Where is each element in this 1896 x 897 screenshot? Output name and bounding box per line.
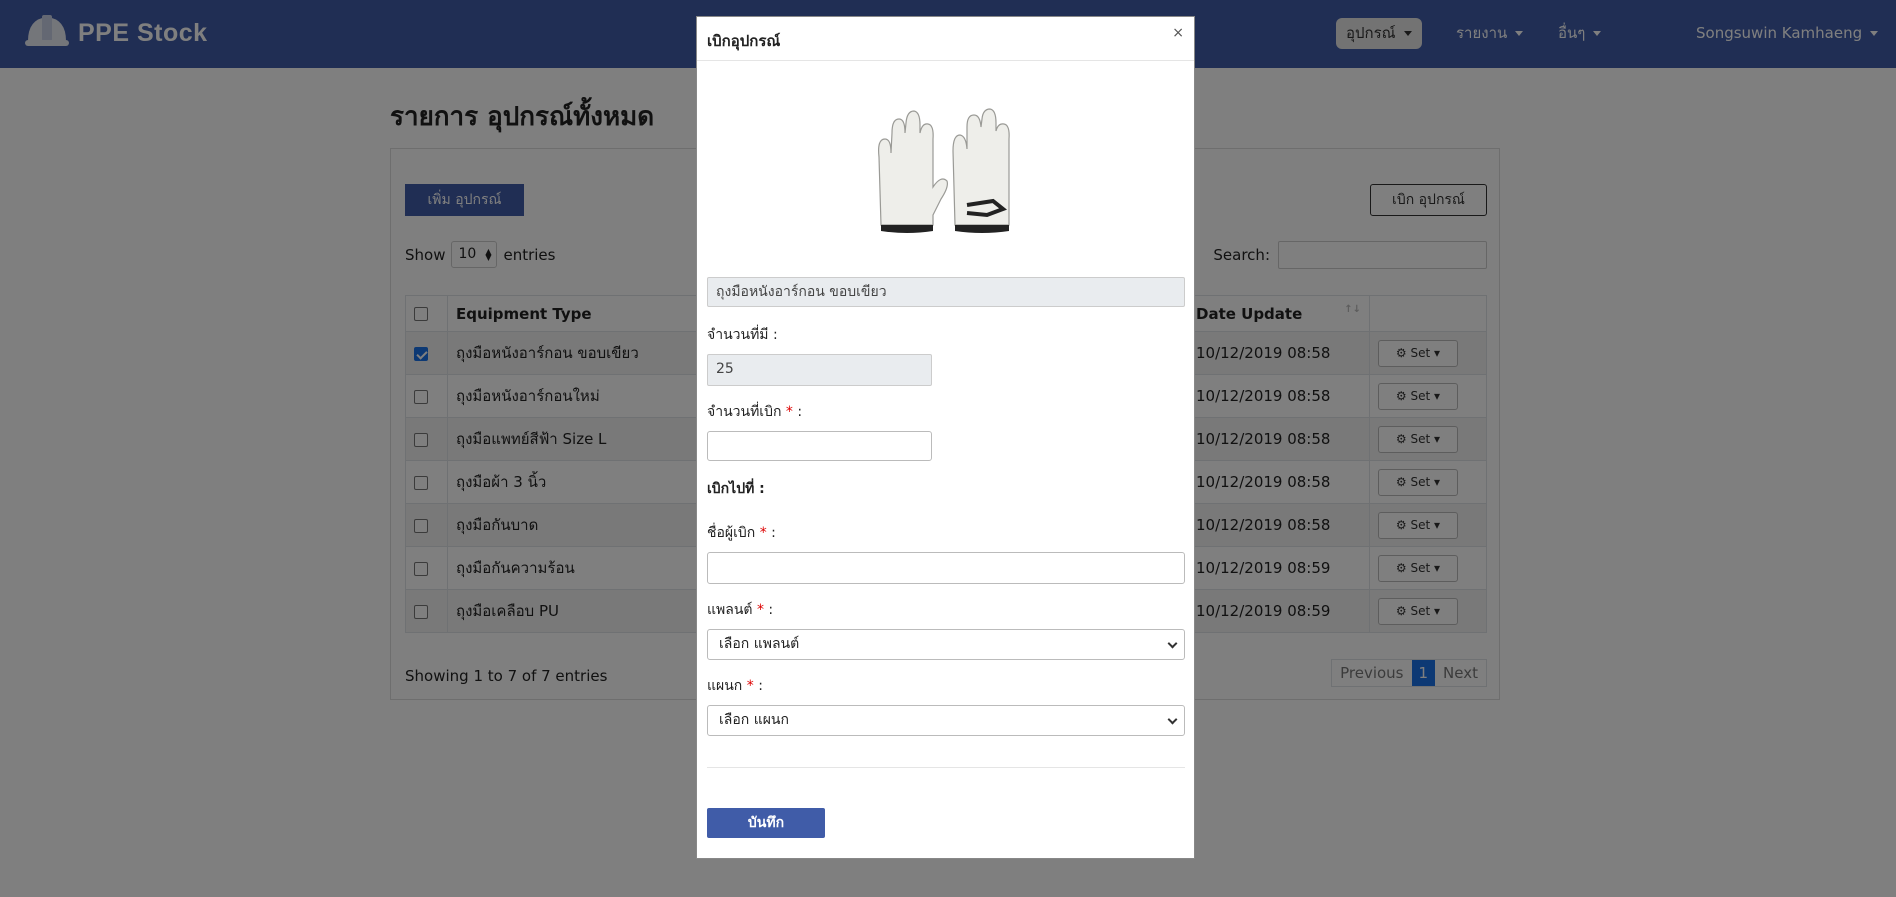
- save-button[interactable]: บันทึก: [707, 808, 825, 838]
- qty-available-field: 25: [707, 354, 932, 386]
- modal-title: เบิกอุปกรณ์: [707, 32, 781, 50]
- qty-available-label: จำนวนที่มี :: [707, 327, 778, 343]
- requester-label-text: ชื่อผู้เบิก: [707, 525, 756, 541]
- equipment-name-field: ถุงมือหนังอาร์กอน ขอบเขียว: [707, 277, 1185, 307]
- label-colon: :: [771, 525, 776, 541]
- chevron-down-icon: [1167, 638, 1178, 649]
- qty-withdraw-label: จำนวนที่เบิก * :: [707, 401, 802, 423]
- plant-label-text: แพลนต์: [707, 602, 753, 618]
- required-mark: *: [746, 678, 754, 694]
- plant-label: แพลนต์ * :: [707, 599, 773, 621]
- plant-select-value: เลือก แพลนต์: [719, 636, 800, 652]
- label-colon: :: [758, 678, 763, 694]
- modal-header: เบิกอุปกรณ์ ×: [697, 17, 1194, 61]
- required-mark: *: [785, 404, 793, 420]
- required-mark: *: [756, 602, 764, 618]
- equipment-image: [867, 97, 1027, 247]
- qty-withdraw-input[interactable]: [707, 431, 932, 461]
- label-colon: :: [797, 404, 803, 420]
- required-mark: *: [759, 525, 767, 541]
- requester-name-input[interactable]: [707, 552, 1185, 584]
- department-select-value: เลือก แผนก: [719, 712, 789, 728]
- modal-divider: [707, 767, 1185, 768]
- label-colon: :: [768, 602, 774, 618]
- withdraw-to-label: เบิกไปที่ :: [707, 481, 765, 497]
- department-label: แผนก * :: [707, 675, 763, 697]
- requester-label: ชื่อผู้เบิก * :: [707, 522, 776, 544]
- withdraw-modal: เบิกอุปกรณ์ × ถุงมือหนังอาร์กอน ขอบเขียว…: [696, 16, 1195, 859]
- close-icon[interactable]: ×: [1172, 25, 1184, 41]
- plant-select[interactable]: เลือก แพลนต์: [707, 629, 1185, 660]
- department-select[interactable]: เลือก แผนก: [707, 705, 1185, 736]
- department-label-text: แผนก: [707, 678, 743, 694]
- qty-withdraw-label-text: จำนวนที่เบิก: [707, 404, 782, 420]
- chevron-down-icon: [1167, 714, 1178, 725]
